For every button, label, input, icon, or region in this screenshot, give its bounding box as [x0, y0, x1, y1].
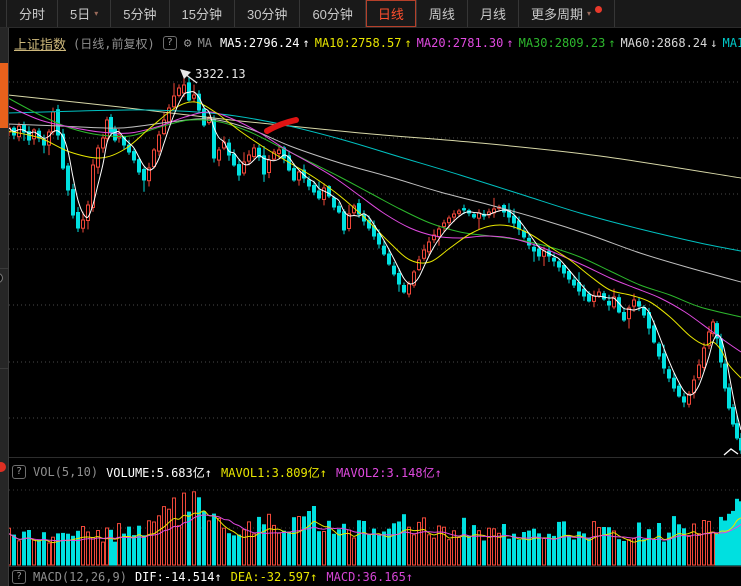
arrow-up-icon: ↑: [608, 36, 615, 50]
left-strip: [0, 28, 9, 586]
arrow-up-icon: ↑: [435, 466, 442, 480]
period-tab-label: 5分钟: [123, 4, 156, 23]
period-tab-label: 5日: [70, 4, 90, 23]
strip-divider: [0, 268, 8, 269]
indicator-value: VOLUME:5.683亿↑: [106, 466, 212, 480]
indicator-value: MACD:36.165↑: [326, 570, 413, 584]
period-tab-60min[interactable]: 60分钟: [300, 0, 365, 27]
chart-mode-label: (日线,前复权): [73, 35, 155, 52]
indicator-value: MA120:2968.29: [722, 36, 741, 50]
arrow-down-icon: ↓: [710, 36, 717, 50]
red-dot-marker: [0, 462, 6, 472]
period-tab-label: 60分钟: [312, 4, 352, 23]
period-tab-weekly[interactable]: 周线: [417, 0, 468, 27]
period-tab-label: 日线: [378, 4, 404, 23]
period-tab-label: 分时: [19, 4, 45, 23]
symbol-title[interactable]: 上证指数: [14, 34, 66, 53]
stock-chart-window: 分时 5日 ▾ 5分钟 15分钟 30分钟 60分钟 日线 周线 月线 更多周期 ▾ 上证指数 (日线…: [0, 0, 741, 586]
period-tab-30min[interactable]: 30分钟: [235, 0, 300, 27]
arrow-up-icon: ↑: [214, 570, 221, 584]
indicator-value: MA20:2781.30↑: [417, 36, 514, 50]
indicator-value: MA30:2809.23↑: [519, 36, 616, 50]
macd-values: DIF:-14.514↑ DEA:-32.597↑ MACD:36.165↑: [135, 570, 422, 584]
indicator-value: MAVOL1:3.809亿↑: [221, 466, 327, 480]
peak-price-label: 3322.13: [195, 67, 246, 81]
settings-gear-icon[interactable]: ⚙: [184, 36, 192, 51]
caret-down-icon: ▾: [587, 9, 591, 18]
arrow-up-icon: ↑: [310, 570, 317, 584]
period-tab-label: 15分钟: [182, 4, 222, 23]
arrow-up-icon: ↑: [404, 36, 411, 50]
macd-indicator-name: MACD(12,26,9): [33, 570, 127, 584]
arrow-up-icon: ↑: [303, 36, 310, 50]
help-icon[interactable]: ?: [12, 465, 26, 479]
period-tab-daily[interactable]: 日线: [366, 0, 417, 27]
indicator-value: MA5:2796.24↑: [220, 36, 310, 50]
period-toolbar: 分时 5日 ▾ 5分钟 15分钟 30分钟 60分钟 日线 周线 月线 更多周期 ▾: [0, 0, 741, 28]
period-tab-label: 30分钟: [247, 4, 287, 23]
volume-indicator-legend: ? VOL(5,10) VOLUME:5.683亿↑ MAVOL1:3.809亿↑…: [12, 464, 451, 480]
ma-values: MA5:2796.24↑ MA10:2758.57↑ MA20:2781.30↑ MA…: [220, 36, 741, 50]
main-indicator-legend: 上证指数 (日线,前复权) ? ⚙ MA MA5:2796.24↑ MA10:27…: [14, 35, 741, 51]
strip-divider: [0, 368, 8, 369]
macd-indicator-legend: ? MACD(12,26,9) DIF:-14.514↑ DEA:-32.597↑…: [12, 569, 422, 585]
vol-indicator-name: VOL(5,10): [33, 465, 98, 479]
vol-values: VOLUME:5.683亿↑ MAVOL1:3.809亿↑ MAVOL2:3.148…: [106, 464, 451, 481]
help-icon[interactable]: ?: [12, 570, 26, 584]
period-tab-label: 周线: [429, 4, 455, 23]
candlestick-chart-canvas[interactable]: [0, 0, 741, 586]
caret-down-icon: ▾: [94, 9, 98, 18]
arrow-up-icon: ↑: [406, 570, 413, 584]
period-tab-monthly[interactable]: 月线: [468, 0, 519, 27]
arrow-up-icon: ↑: [205, 466, 212, 480]
indicator-value: DIF:-14.514↑: [135, 570, 222, 584]
period-tab-15min[interactable]: 15分钟: [170, 0, 235, 27]
period-tab-label: 更多周期: [531, 4, 583, 23]
period-tab-label: 月线: [480, 4, 506, 23]
period-tab-5d[interactable]: 5日 ▾: [58, 0, 111, 27]
arrow-up-icon: ↑: [320, 466, 327, 480]
help-icon[interactable]: ?: [163, 36, 177, 50]
notification-dot: [595, 6, 602, 13]
period-tab-5min[interactable]: 5分钟: [111, 0, 169, 27]
arrow-up-icon: ↑: [506, 36, 513, 50]
indicator-value: DEA:-32.597↑: [231, 570, 318, 584]
clipped-circle-icon: [0, 273, 3, 283]
orange-marker-block: [0, 63, 8, 128]
indicator-value: MA60:2868.24↓: [621, 36, 718, 50]
period-tab-more-periods[interactable]: 更多周期 ▾: [519, 0, 615, 27]
indicator-name: MA: [198, 36, 212, 50]
indicator-value: MAVOL2:3.148亿↑: [336, 466, 442, 480]
period-tab-fenshi[interactable]: 分时: [6, 0, 58, 27]
indicator-value: MA10:2758.57↑: [315, 36, 412, 50]
